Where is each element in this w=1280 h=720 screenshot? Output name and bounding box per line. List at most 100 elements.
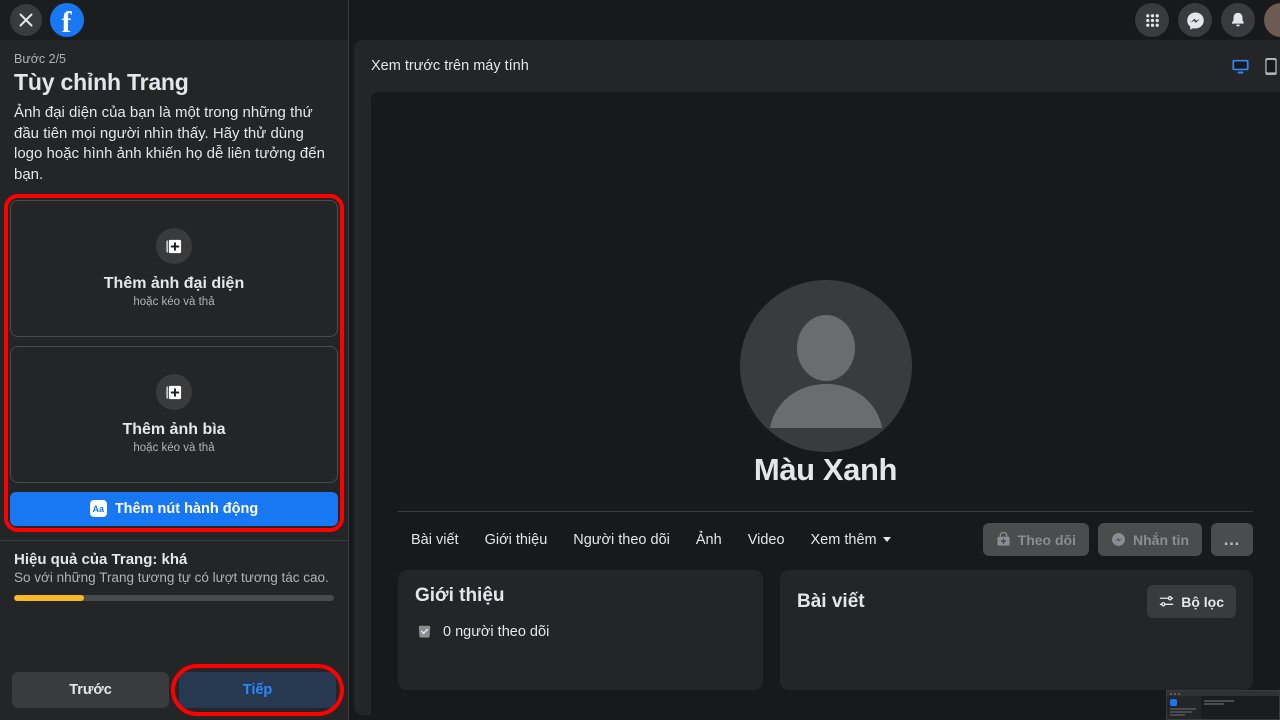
close-glyph [19,13,33,27]
pip-text-lines [1170,708,1198,716]
pip-line [1204,700,1234,702]
pip-body [1167,696,1279,719]
bell-glyph [1231,12,1244,27]
pip-dot [1170,692,1172,695]
add-photo-icon [156,374,192,411]
tab-photos[interactable]: Ảnh [683,524,735,556]
quality-progress-track [14,595,334,602]
cover-photo-placeholder[interactable] [371,92,1280,452]
preview-header-title: Xem trước trên máy tính [371,58,529,74]
pip-line [1170,711,1192,713]
messenger-icon[interactable] [1178,3,1212,37]
page-title: Tùy chỉnh Trang [14,69,189,95]
follower-count-text: 0 người theo dõi [443,623,550,640]
apps-grid-icon[interactable] [1135,3,1169,37]
posts-card: Bài viết Bộ lọc [780,570,1253,690]
sidebar-footer: Trước Tiếp [0,664,348,720]
pip-content [1201,696,1279,719]
user-avatar[interactable] [1264,3,1280,37]
card-subtitle: hoặc kéo và thả [133,296,215,309]
posts-card-heading: Bài viết [797,590,865,612]
filter-sliders-icon [1159,595,1174,607]
desktop-preview-panel: Xem trước trên máy tính Màu Xanh Bài viế… [354,40,1280,715]
global-topbar [349,0,1280,40]
messenger-icon [1112,533,1125,546]
card-subtitle: hoặc kéo và thả [133,442,215,455]
setup-sidebar: f Bước 2/5 Tùy chỉnh Trang Ảnh đại diện … [0,0,349,720]
facebook-logo[interactable]: f [50,3,84,37]
follower-count-row: 0 người theo dõi [415,622,746,641]
filter-button[interactable]: Bộ lọc [1147,585,1236,618]
next-button[interactable]: Tiếp [179,672,336,708]
mobile-glyph [1265,57,1277,75]
filter-button-label: Bộ lọc [1181,593,1224,610]
text-format-icon: Aa [89,500,107,518]
page-description: Ảnh đại diện của bạn là một trong những … [14,104,325,184]
tab-more[interactable]: Xem thêm [798,524,904,556]
desktop-preview-icon[interactable] [1231,57,1250,76]
follow-button[interactable]: Theo dõi [982,523,1089,556]
profile-avatar-placeholder[interactable] [739,280,912,452]
sidebar-header: Bước 2/5 Tùy chỉnh Trang Ảnh đại diện củ… [0,40,348,186]
pip-sidebar [1167,696,1201,719]
page-content-cards: Giới thiệu 0 người theo dõi Bài viết Bộ … [371,556,1280,690]
pip-line [1170,714,1185,716]
chevron-down-icon [882,537,891,542]
apps-grid-glyph [1145,13,1159,27]
intro-card-heading: Giới thiệu [415,585,505,606]
pip-dot [1178,692,1180,695]
tab-posts[interactable]: Bài viết [398,524,472,556]
message-button[interactable]: Nhắn tin [1098,523,1202,556]
follow-person-icon [997,532,1010,546]
pip-accent-block [1170,699,1177,706]
sidebar-topbar: f [0,0,348,40]
preview-area: Xem trước trên máy tính Màu Xanh Bài viế… [349,0,1280,720]
pip-line [1204,703,1224,705]
messenger-glyph [1186,12,1204,30]
next-button-wrapper: Tiếp [171,664,344,716]
add-action-button[interactable]: Aa Thêm nút hành động [10,491,338,526]
message-button-label: Nhắn tin [1133,531,1189,548]
picture-in-picture-thumbnail[interactable] [1166,690,1280,720]
previous-button[interactable]: Trước [12,672,169,708]
page-action-buttons: Theo dõi Nhắn tin … [982,523,1253,556]
add-profile-photo-card[interactable]: Thêm ảnh đại diện hoặc kéo và thả [10,199,338,337]
desktop-glyph [1232,59,1249,74]
notifications-bell-icon[interactable] [1221,3,1255,37]
page-tabs-row: Bài viết Giới thiệu Người theo dõi Ảnh V… [371,512,1280,556]
card-title: Thêm ảnh đại diện [103,275,245,293]
quality-subtitle: So với những Trang tương tự có lượt tươn… [14,569,329,585]
page-preview-canvas: Màu Xanh Bài viết Giới thiệu Người theo … [371,92,1280,715]
step-indicator: Bước 2/5 [14,52,67,66]
preview-header: Xem trước trên máy tính [354,40,1280,92]
page-name: Màu Xanh [753,452,898,487]
add-cover-photo-card[interactable]: Thêm ảnh bìa hoặc kéo và thả [10,345,338,483]
tab-about[interactable]: Giới thiệu [472,524,561,556]
mobile-preview-icon[interactable] [1264,57,1278,76]
close-icon[interactable] [10,4,42,36]
add-photo-glyph [165,238,182,254]
quality-progress-fill [14,595,85,602]
tab-more-label: Xem thêm [810,531,877,548]
add-action-button-label: Thêm nút hành động [114,500,259,517]
tab-followers[interactable]: Người theo dõi [560,524,683,556]
tab-videos[interactable]: Video [735,524,798,556]
add-photo-icon [156,228,192,265]
quality-title: Hiệu quả của Trang: khá [14,550,188,568]
page-quality-section: Hiệu quả của Trang: khá So với những Tra… [0,541,348,602]
intro-card: Giới thiệu 0 người theo dõi [398,570,763,690]
verified-badge-icon [418,625,431,638]
facebook-logo-letter: f [61,6,72,38]
facebook-page-setup-screen: f Bước 2/5 Tùy chỉnh Trang Ảnh đại diện … [0,0,1280,720]
card-title: Thêm ảnh bìa [122,421,226,439]
follow-button-label: Theo dõi [1017,531,1076,548]
highlighted-card-group: Thêm ảnh đại diện hoặc kéo và thả Thêm ả… [0,193,348,532]
add-photo-glyph [165,384,182,400]
pip-line [1170,708,1196,710]
posts-card-header: Bài viết Bộ lọc [797,585,1236,618]
more-options-button[interactable]: … [1211,523,1253,556]
default-avatar-glyph [739,280,912,452]
device-toggle-group [1231,57,1280,76]
upload-card-group: Thêm ảnh đại diện hoặc kéo và thả Thêm ả… [10,199,338,526]
pip-dot [1174,692,1176,695]
